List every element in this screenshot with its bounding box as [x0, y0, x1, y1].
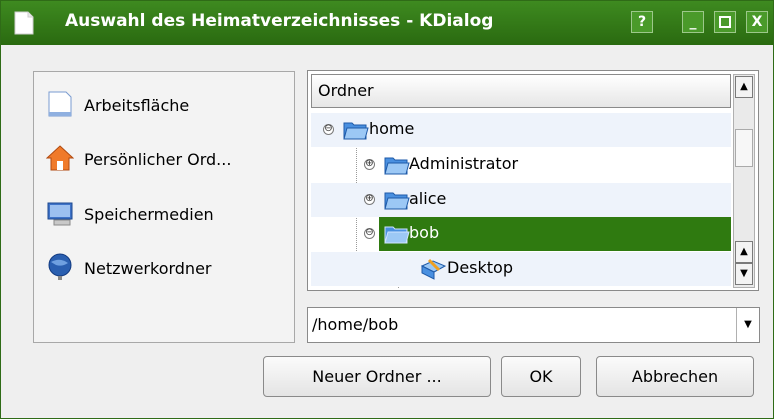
- path-value: /home/bob: [312, 315, 399, 334]
- kdialog-window: Auswahl des Heimatverzeichnisses - KDial…: [0, 0, 774, 419]
- tree-column-header[interactable]: Ordner: [311, 74, 731, 108]
- minimize-button[interactable]: _: [682, 11, 704, 33]
- storage-icon: [47, 202, 73, 226]
- tree-row-administrator[interactable]: ⊕ Administrator: [311, 148, 731, 182]
- scroll-thumb[interactable]: [735, 129, 753, 167]
- scroll-up-button-lower[interactable]: ▲: [735, 241, 753, 263]
- tree-item-label: Administrator: [409, 154, 519, 173]
- document-icon: [14, 11, 34, 35]
- tree-row-desktop[interactable]: Desktop: [311, 252, 731, 286]
- place-home[interactable]: Persönlicher Ord...: [46, 142, 291, 176]
- place-desktop[interactable]: Arbeitsfläche: [46, 88, 291, 122]
- place-label: Arbeitsfläche: [84, 96, 190, 115]
- dropdown-arrow-icon[interactable]: ▼: [736, 308, 759, 342]
- home-icon: [46, 145, 74, 171]
- scroll-down-button[interactable]: ▼: [735, 263, 753, 285]
- collapse-icon[interactable]: ⊖: [323, 124, 334, 135]
- desktop-icon: [48, 91, 72, 117]
- tree-item-label: Desktop: [447, 258, 513, 277]
- help-button[interactable]: ?: [631, 11, 653, 33]
- folder-open-icon: [384, 226, 410, 244]
- window-title: Auswahl des Heimatverzeichnisses - KDial…: [65, 11, 494, 31]
- expand-icon[interactable]: ⊕: [364, 194, 375, 205]
- place-label: Speichermedien: [84, 205, 214, 224]
- folder-icon: [384, 192, 410, 210]
- folder-open-icon: [343, 122, 369, 140]
- tree-item-label: bob: [409, 223, 440, 242]
- folder-tree[interactable]: Ordner ⊖ home ⊕ Administrator ⊕ alice ⊖ …: [307, 70, 759, 291]
- new-folder-button[interactable]: Neuer Ordner ...: [263, 356, 491, 397]
- place-label: Persönlicher Ord...: [84, 150, 232, 169]
- network-icon: [48, 253, 72, 280]
- tree-item-label: home: [369, 119, 415, 138]
- maximize-icon: [719, 16, 731, 28]
- place-storage[interactable]: Speichermedien: [46, 197, 291, 231]
- close-button[interactable]: X: [746, 11, 768, 33]
- scroll-up-button[interactable]: ▲: [735, 76, 753, 98]
- cancel-button[interactable]: Abbrechen: [596, 356, 754, 397]
- tree-row-home[interactable]: ⊖ home: [311, 113, 731, 147]
- places-panel: Arbeitsfläche Persönlicher Ord... Speich…: [33, 71, 295, 343]
- tree-scrollbar[interactable]: ▲ ▲ ▼: [733, 74, 755, 288]
- column-header-label: Ordner: [318, 81, 374, 100]
- title-bar[interactable]: Auswahl des Heimatverzeichnisses - KDial…: [1, 1, 773, 45]
- folder-icon: [384, 157, 410, 175]
- tree-row-bob[interactable]: ⊖ bob: [311, 217, 731, 251]
- path-combobox[interactable]: /home/bob ▼: [307, 307, 760, 343]
- place-label: Netzwerkordner: [84, 259, 212, 278]
- ok-button[interactable]: OK: [501, 356, 581, 397]
- tree-item-label: alice: [409, 189, 447, 208]
- maximize-button[interactable]: [714, 11, 736, 33]
- desktop-folder-icon: [421, 258, 447, 280]
- collapse-icon[interactable]: ⊖: [364, 228, 375, 239]
- tree-row-alice[interactable]: ⊕ alice: [311, 183, 731, 217]
- expand-icon[interactable]: ⊕: [364, 159, 375, 170]
- place-network[interactable]: Netzwerkordner: [46, 251, 291, 285]
